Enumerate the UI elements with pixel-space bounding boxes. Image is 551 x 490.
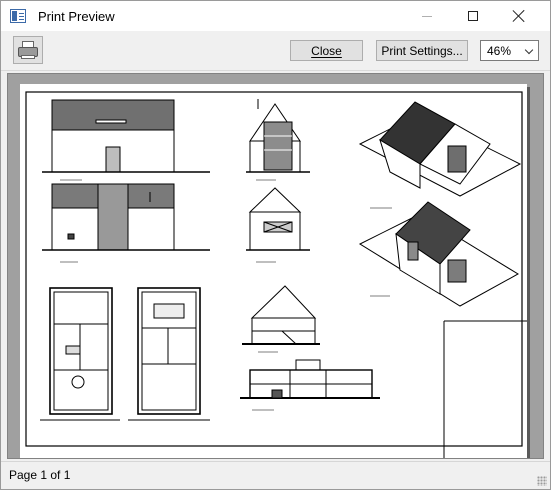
close-window-button[interactable] [496,1,542,31]
status-bar: Page 1 of 1 [1,461,550,489]
close-icon [513,10,525,22]
toolbar: Close Print Settings... 46% [1,31,550,71]
maximize-icon [468,11,478,21]
close-preview-button[interactable]: Close [290,40,363,61]
architectural-drawing [25,91,527,458]
print-preview-window: Print Preview Close Print Settings... 46… [0,0,551,490]
page-indicator: Page 1 of 1 [9,468,71,482]
zoom-select[interactable]: 46% [480,40,539,61]
title-bar: Print Preview [1,1,550,31]
preview-area[interactable] [7,73,544,459]
print-button[interactable] [13,36,43,64]
preview-page [20,84,527,458]
resize-grip-icon[interactable] [537,476,547,486]
zoom-value: 46% [487,44,512,58]
minimize-button[interactable] [404,1,450,31]
app-icon [10,9,26,23]
print-settings-button[interactable]: Print Settings... [376,40,468,61]
maximize-button[interactable] [450,1,496,31]
window-title: Print Preview [38,9,115,24]
minimize-icon [422,15,432,17]
chevron-down-icon [524,45,534,55]
